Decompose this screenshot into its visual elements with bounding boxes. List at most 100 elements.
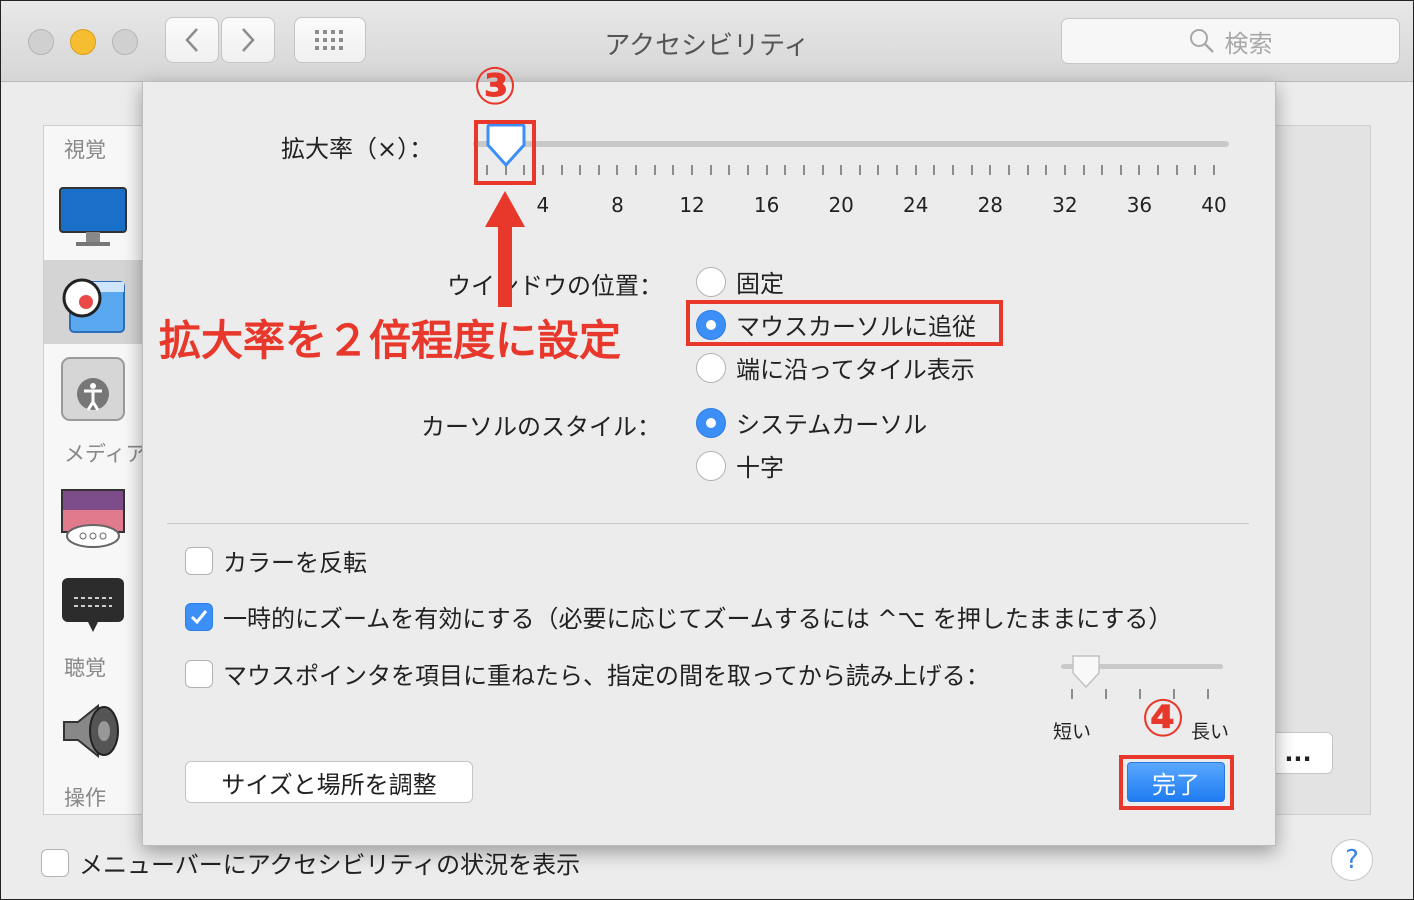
sidebar-category-hearing: 聴覚 [64,656,106,680]
window-position-option-fixed[interactable]: 固定 [696,264,784,299]
up-arrow-icon [485,191,525,307]
show-status-in-menu-bar-row[interactable]: メニューバーにアクセシビリティの状況を表示 [41,845,580,880]
display-icon[interactable] [58,186,128,256]
help-button[interactable]: ? [1331,839,1373,881]
magnification-tick [858,165,861,175]
magnification-tick [970,165,973,175]
temp-zoom-row[interactable]: 一時的にズームを有効にする（必要に応じてズームするには ^⌥ を押したままにする… [185,599,1172,634]
magnification-tick [877,165,880,175]
speak-delay-min-label: 短い [1053,721,1092,743]
magnification-tick [728,165,731,175]
magnification-slider[interactable] [473,141,1229,147]
magnification-tick-label: 28 [977,193,1004,217]
search-input[interactable]: 検索 [1061,18,1400,64]
window-position-option-label: 端に沿ってタイル表示 [736,356,975,384]
speak-delay-slider-thumb[interactable] [1069,653,1103,691]
invert-colors-row[interactable]: カラーを反転 [185,543,367,578]
magnification-tick [765,165,768,175]
magnification-tick [933,165,936,175]
magnification-tick [541,165,544,175]
magnification-tick [616,165,619,175]
magnification-tick [821,165,824,175]
magnification-tick [1138,165,1141,175]
magnification-tick [802,165,805,175]
magnification-tick [635,165,638,175]
magnification-tick-label: 24 [903,193,929,217]
magnification-tick [1082,165,1085,175]
speak-delay-tick [1105,689,1107,699]
cursor-style-option-crosshair[interactable]: 十字 [696,448,784,483]
magnification-tick [1007,165,1010,175]
temp-zoom-label: 一時的にズームを有効にする（必要に応じてズームするには ^⌥ を押したままにする… [223,605,1173,633]
magnification-tick [579,165,582,175]
magnification-tick [952,165,955,175]
voiceover-icon[interactable] [58,354,128,424]
magnification-tick [691,165,694,175]
show-status-label: メニューバーにアクセシビリティの状況を表示 [79,851,581,879]
magnification-label: 拡大率（×）： [281,135,434,163]
title-bar: アクセシビリティ 検索 [1,1,1413,82]
invert-colors-label: カラーを反転 [223,549,367,577]
preferences-window: アクセシビリティ 検索 視覚 メディア 聴覚 操作 ... メニューバーにアクセ… [0,0,1414,900]
instruction-callout: 拡大率を２倍程度に設定 [159,316,622,365]
detail-pane [1275,125,1371,815]
magnification-tick-label: 4 [536,193,550,217]
window-position-option-label: 固定 [736,270,784,298]
step-4-marker: ④ [1141,689,1186,749]
window-position-label: ウインドウの位置： [447,272,663,300]
adjust-size-location-button[interactable]: サイズと場所を調整 [185,761,473,803]
magnification-tick-label: 20 [828,193,854,217]
window-position-option-tile-edge[interactable]: 端に沿ってタイル表示 [696,350,975,385]
magnification-tick-label: 8 [611,193,624,217]
magnification-tick [784,165,787,175]
zoom-icon[interactable] [58,268,128,338]
follow-cursor-highlight [686,300,1003,346]
magnification-tick [1101,165,1104,175]
search-placeholder: 検索 [1224,29,1273,58]
speak-under-pointer-checkbox[interactable] [185,659,213,688]
magnification-tick [1175,165,1178,175]
window-position-radio-tile-edge[interactable] [696,352,726,383]
magnification-tick [896,165,899,175]
magnification-tick [1213,165,1215,175]
magnification-tick [653,165,656,175]
temp-zoom-checkbox[interactable] [185,602,213,631]
speak-delay-max-label: 長い [1191,721,1230,743]
magnification-tick [840,165,843,175]
magnification-tick [746,165,749,175]
cursor-style-radio-crosshair[interactable] [696,450,726,481]
speak-delay-tick [1207,689,1209,699]
cursor-style-option-system[interactable]: システムカーソル [696,405,927,440]
done-button-highlight [1119,755,1234,810]
magnification-tick [1026,165,1029,175]
show-status-checkbox[interactable] [41,848,69,877]
magnification-tick [597,165,600,175]
speak-under-pointer-row[interactable]: マウスポインタを項目に重ねたら、指定の間を取ってから読み上げる： [185,656,990,691]
magnification-tick [1045,165,1048,175]
magnification-tick-label: 12 [679,193,705,217]
sidebar-category-media: メディア [64,442,143,466]
magnification-tick-label: 32 [1052,193,1078,217]
audio-icon[interactable] [58,696,128,766]
cursor-style-label: カーソルのスタイル： [421,413,661,441]
captions-icon[interactable] [58,574,128,644]
checkmark-icon [190,609,208,624]
sidebar-category-interaction: 操作 [64,786,106,810]
window-position-radio-fixed[interactable] [696,266,726,297]
magnification-tick [709,165,712,175]
magnification-tick [1119,165,1122,175]
cursor-style-option-label: システムカーソル [736,411,928,439]
magnification-tick [1157,165,1160,175]
invert-colors-checkbox[interactable] [185,546,213,575]
magnification-thumb-highlight [474,120,536,185]
magnification-tick [1063,165,1066,175]
cursor-style-radio-system[interactable] [696,407,726,438]
magnification-tick-label: 40 [1201,193,1227,217]
section-divider [167,523,1249,524]
magnification-tick [989,165,992,175]
step-3-marker: ③ [473,57,518,117]
speak-delay-tick [1071,689,1073,699]
descriptions-icon[interactable] [58,486,128,556]
cursor-style-option-label: 十字 [736,454,784,482]
sidebar-category-vision: 視覚 [64,138,106,162]
